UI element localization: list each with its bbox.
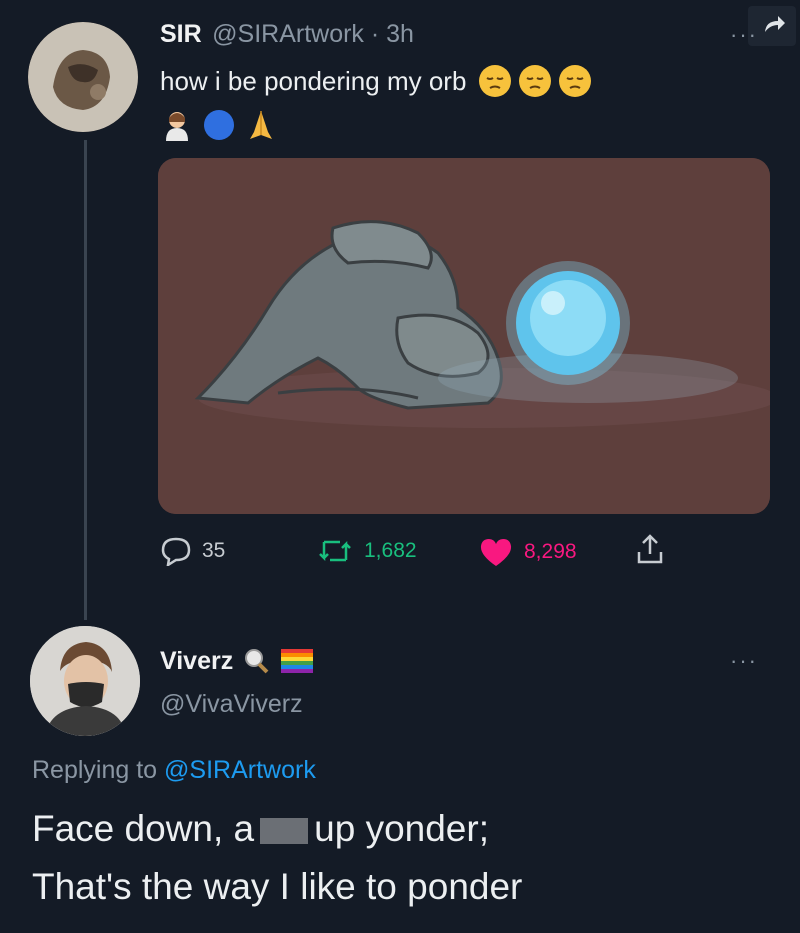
handle-time[interactable]: @SIRArtwork · 3h [212,20,414,48]
pensive-face-icon [519,65,552,97]
reply-count: 35 [202,539,226,562]
pensive-face-icon [479,65,512,97]
like-count: 8,298 [524,540,577,563]
censor-block [260,818,309,845]
replying-to-label: Replying to [32,756,158,784]
folded-hands-icon [250,111,272,139]
reply-action[interactable]: 35 [160,536,225,566]
display-name[interactable]: Viverz [160,647,233,676]
share-icon [637,534,663,564]
like-action[interactable]: 8,298 [478,536,577,568]
mention-link[interactable]: @SIRArtwork [164,756,316,784]
avatar[interactable] [28,22,138,132]
blue-circle-icon [204,110,234,140]
tweet-media[interactable] [158,158,770,514]
reply-text-line-2: That's the way I like to ponder [32,866,523,907]
reply-icon [161,537,191,566]
display-name[interactable]: SIR [160,20,202,48]
retweet-action[interactable]: 1,682 [316,536,417,566]
retweet-icon [319,540,351,562]
retweet-count: 1,682 [364,539,417,562]
more-icon[interactable]: ··· [730,22,758,48]
magnifying-glass-icon [245,649,269,674]
tweet-text: how i be pondering my orb [160,65,467,96]
reply-text-line-1: Face down, a up yonder; [32,808,489,849]
orb-pondering-illustration [158,158,770,514]
share-action[interactable] [634,532,666,571]
pensive-face-icon [559,65,592,97]
handle[interactable]: @VivaViverz [160,690,303,719]
heart-icon [480,539,512,566]
person-with-veil-icon [166,112,188,141]
thread-line [84,140,87,620]
more-icon[interactable]: ··· [730,648,758,674]
rainbow-flag-icon [281,649,314,673]
avatar[interactable] [30,626,140,736]
